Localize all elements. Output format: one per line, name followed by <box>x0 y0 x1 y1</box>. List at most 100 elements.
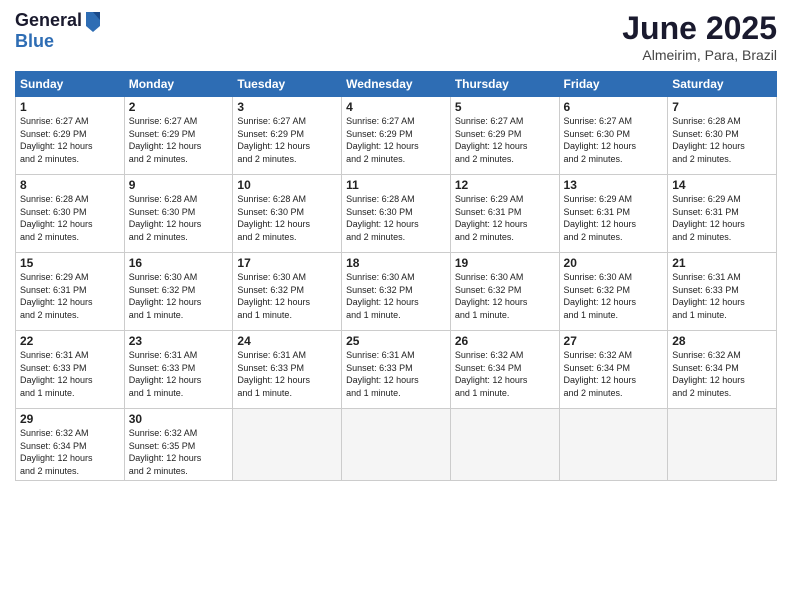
day-number: 30 <box>129 412 229 426</box>
col-monday: Monday <box>124 72 233 97</box>
day-info: Sunrise: 6:32 AMSunset: 6:35 PMDaylight:… <box>129 427 229 477</box>
day-info: Sunrise: 6:30 AMSunset: 6:32 PMDaylight:… <box>564 271 664 321</box>
day-number: 6 <box>564 100 664 114</box>
day-number: 27 <box>564 334 664 348</box>
day-info: Sunrise: 6:28 AMSunset: 6:30 PMDaylight:… <box>346 193 446 243</box>
day-info: Sunrise: 6:31 AMSunset: 6:33 PMDaylight:… <box>20 349 120 399</box>
table-row: 29Sunrise: 6:32 AMSunset: 6:34 PMDayligh… <box>16 409 125 481</box>
table-row: 2Sunrise: 6:27 AMSunset: 6:29 PMDaylight… <box>124 97 233 175</box>
day-info: Sunrise: 6:28 AMSunset: 6:30 PMDaylight:… <box>20 193 120 243</box>
table-row: 6Sunrise: 6:27 AMSunset: 6:30 PMDaylight… <box>559 97 668 175</box>
day-info: Sunrise: 6:32 AMSunset: 6:34 PMDaylight:… <box>455 349 555 399</box>
table-row: 15Sunrise: 6:29 AMSunset: 6:31 PMDayligh… <box>16 253 125 331</box>
day-number: 10 <box>237 178 337 192</box>
day-info: Sunrise: 6:30 AMSunset: 6:32 PMDaylight:… <box>455 271 555 321</box>
day-number: 19 <box>455 256 555 270</box>
table-row <box>450 409 559 481</box>
day-info: Sunrise: 6:27 AMSunset: 6:29 PMDaylight:… <box>346 115 446 165</box>
day-info: Sunrise: 6:31 AMSunset: 6:33 PMDaylight:… <box>346 349 446 399</box>
title-location: Almeirim, Para, Brazil <box>622 47 777 63</box>
table-row <box>559 409 668 481</box>
day-number: 13 <box>564 178 664 192</box>
title-block: June 2025 Almeirim, Para, Brazil <box>622 10 777 63</box>
day-number: 22 <box>20 334 120 348</box>
day-info: Sunrise: 6:28 AMSunset: 6:30 PMDaylight:… <box>672 115 772 165</box>
table-row: 13Sunrise: 6:29 AMSunset: 6:31 PMDayligh… <box>559 175 668 253</box>
day-info: Sunrise: 6:27 AMSunset: 6:29 PMDaylight:… <box>129 115 229 165</box>
day-info: Sunrise: 6:29 AMSunset: 6:31 PMDaylight:… <box>672 193 772 243</box>
calendar: Sunday Monday Tuesday Wednesday Thursday… <box>15 71 777 481</box>
day-number: 4 <box>346 100 446 114</box>
day-number: 3 <box>237 100 337 114</box>
table-row: 23Sunrise: 6:31 AMSunset: 6:33 PMDayligh… <box>124 331 233 409</box>
day-number: 20 <box>564 256 664 270</box>
table-row: 27Sunrise: 6:32 AMSunset: 6:34 PMDayligh… <box>559 331 668 409</box>
title-month: June 2025 <box>622 10 777 47</box>
day-info: Sunrise: 6:32 AMSunset: 6:34 PMDaylight:… <box>20 427 120 477</box>
logo-text: General Blue <box>15 10 102 52</box>
day-info: Sunrise: 6:27 AMSunset: 6:30 PMDaylight:… <box>564 115 664 165</box>
table-row: 26Sunrise: 6:32 AMSunset: 6:34 PMDayligh… <box>450 331 559 409</box>
day-info: Sunrise: 6:32 AMSunset: 6:34 PMDaylight:… <box>672 349 772 399</box>
day-info: Sunrise: 6:30 AMSunset: 6:32 PMDaylight:… <box>346 271 446 321</box>
day-number: 9 <box>129 178 229 192</box>
table-row: 22Sunrise: 6:31 AMSunset: 6:33 PMDayligh… <box>16 331 125 409</box>
table-row: 11Sunrise: 6:28 AMSunset: 6:30 PMDayligh… <box>342 175 451 253</box>
day-info: Sunrise: 6:31 AMSunset: 6:33 PMDaylight:… <box>672 271 772 321</box>
day-number: 29 <box>20 412 120 426</box>
day-number: 5 <box>455 100 555 114</box>
day-number: 16 <box>129 256 229 270</box>
day-info: Sunrise: 6:29 AMSunset: 6:31 PMDaylight:… <box>455 193 555 243</box>
table-row: 12Sunrise: 6:29 AMSunset: 6:31 PMDayligh… <box>450 175 559 253</box>
day-info: Sunrise: 6:28 AMSunset: 6:30 PMDaylight:… <box>237 193 337 243</box>
day-number: 17 <box>237 256 337 270</box>
day-number: 28 <box>672 334 772 348</box>
table-row: 8Sunrise: 6:28 AMSunset: 6:30 PMDaylight… <box>16 175 125 253</box>
table-row: 25Sunrise: 6:31 AMSunset: 6:33 PMDayligh… <box>342 331 451 409</box>
day-info: Sunrise: 6:27 AMSunset: 6:29 PMDaylight:… <box>20 115 120 165</box>
day-info: Sunrise: 6:30 AMSunset: 6:32 PMDaylight:… <box>129 271 229 321</box>
day-info: Sunrise: 6:29 AMSunset: 6:31 PMDaylight:… <box>564 193 664 243</box>
day-number: 21 <box>672 256 772 270</box>
table-row: 9Sunrise: 6:28 AMSunset: 6:30 PMDaylight… <box>124 175 233 253</box>
table-row: 1Sunrise: 6:27 AMSunset: 6:29 PMDaylight… <box>16 97 125 175</box>
day-number: 2 <box>129 100 229 114</box>
col-thursday: Thursday <box>450 72 559 97</box>
table-row: 10Sunrise: 6:28 AMSunset: 6:30 PMDayligh… <box>233 175 342 253</box>
table-row: 18Sunrise: 6:30 AMSunset: 6:32 PMDayligh… <box>342 253 451 331</box>
day-number: 23 <box>129 334 229 348</box>
table-row <box>233 409 342 481</box>
col-friday: Friday <box>559 72 668 97</box>
table-row: 4Sunrise: 6:27 AMSunset: 6:29 PMDaylight… <box>342 97 451 175</box>
table-row: 14Sunrise: 6:29 AMSunset: 6:31 PMDayligh… <box>668 175 777 253</box>
day-number: 26 <box>455 334 555 348</box>
col-wednesday: Wednesday <box>342 72 451 97</box>
header: General Blue June 2025 Almeirim, Para, B… <box>15 10 777 63</box>
day-info: Sunrise: 6:30 AMSunset: 6:32 PMDaylight:… <box>237 271 337 321</box>
day-number: 24 <box>237 334 337 348</box>
day-number: 11 <box>346 178 446 192</box>
day-number: 25 <box>346 334 446 348</box>
day-number: 12 <box>455 178 555 192</box>
table-row: 5Sunrise: 6:27 AMSunset: 6:29 PMDaylight… <box>450 97 559 175</box>
table-row: 7Sunrise: 6:28 AMSunset: 6:30 PMDaylight… <box>668 97 777 175</box>
logo-icon <box>84 10 102 32</box>
day-number: 7 <box>672 100 772 114</box>
logo: General Blue <box>15 10 102 52</box>
day-info: Sunrise: 6:29 AMSunset: 6:31 PMDaylight:… <box>20 271 120 321</box>
table-row: 21Sunrise: 6:31 AMSunset: 6:33 PMDayligh… <box>668 253 777 331</box>
day-info: Sunrise: 6:31 AMSunset: 6:33 PMDaylight:… <box>129 349 229 399</box>
day-info: Sunrise: 6:28 AMSunset: 6:30 PMDaylight:… <box>129 193 229 243</box>
day-number: 1 <box>20 100 120 114</box>
calendar-header-row: Sunday Monday Tuesday Wednesday Thursday… <box>16 72 777 97</box>
col-tuesday: Tuesday <box>233 72 342 97</box>
table-row: 16Sunrise: 6:30 AMSunset: 6:32 PMDayligh… <box>124 253 233 331</box>
col-saturday: Saturday <box>668 72 777 97</box>
day-number: 15 <box>20 256 120 270</box>
table-row: 17Sunrise: 6:30 AMSunset: 6:32 PMDayligh… <box>233 253 342 331</box>
day-info: Sunrise: 6:32 AMSunset: 6:34 PMDaylight:… <box>564 349 664 399</box>
logo-blue: Blue <box>15 32 102 52</box>
day-info: Sunrise: 6:27 AMSunset: 6:29 PMDaylight:… <box>455 115 555 165</box>
table-row <box>668 409 777 481</box>
col-sunday: Sunday <box>16 72 125 97</box>
